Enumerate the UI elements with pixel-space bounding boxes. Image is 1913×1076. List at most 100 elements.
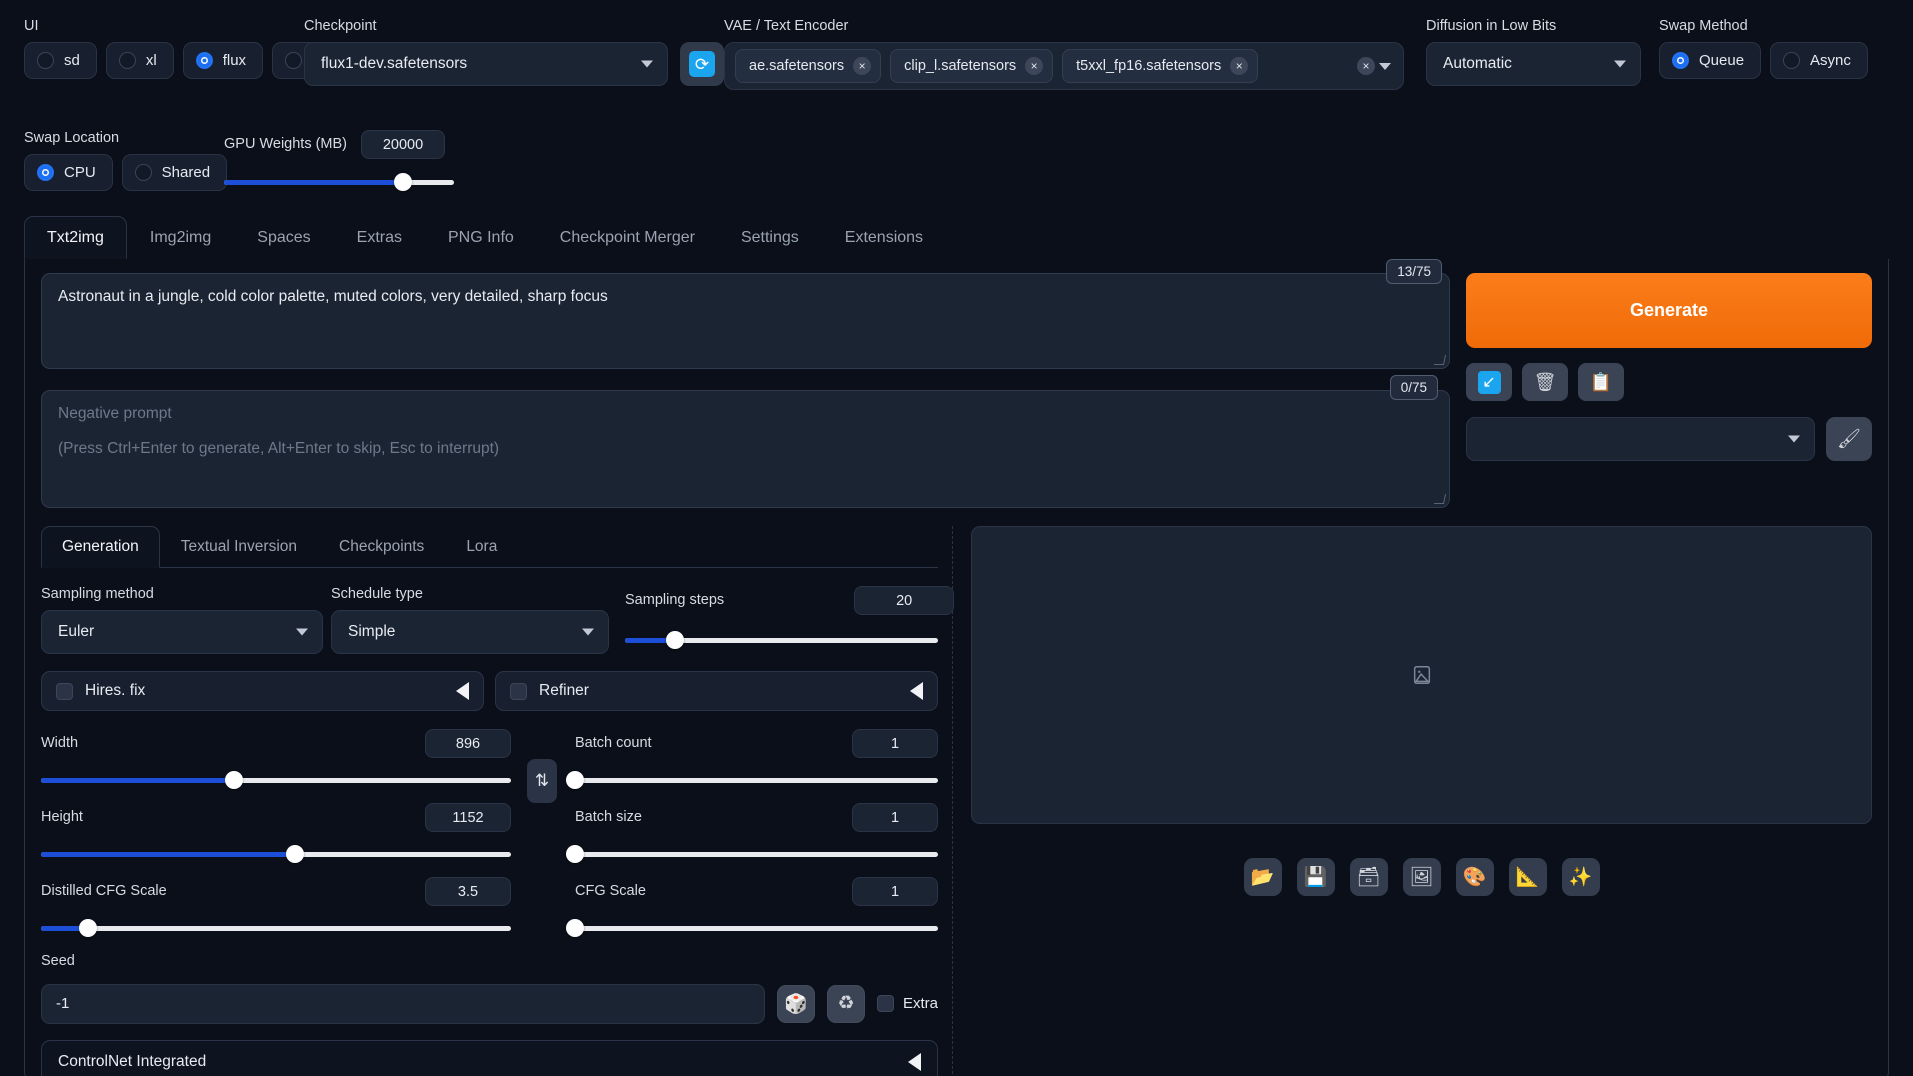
batch-size-slider[interactable] (566, 845, 938, 864)
ui-radio-sd[interactable]: sd (24, 42, 97, 80)
save-button[interactable]: 💾 (1296, 858, 1335, 896)
reuse-seed-button[interactable]: ♻ (826, 984, 865, 1023)
upscale-button[interactable]: ✨ (1561, 858, 1600, 896)
checkpoint-group: Checkpoint flux1-dev.safetensors ⟳ (304, 18, 724, 87)
close-icon[interactable]: × (1230, 57, 1249, 76)
checkpoint-select[interactable]: flux1-dev.safetensors (304, 42, 668, 87)
radio-dot-cpu (37, 164, 54, 182)
distilled-cfg-header: Distilled CFG Scale 3.5 (41, 877, 511, 907)
subtab-lora[interactable]: Lora (445, 526, 518, 568)
prompt-area: 13/75 Astronaut in a jungle, cold color … (41, 259, 1872, 508)
send-to-img2img-button[interactable]: 🖼 (1402, 858, 1441, 896)
slider-knob[interactable] (666, 631, 685, 649)
swap-location-cpu[interactable]: CPU (24, 154, 113, 192)
slider-track (575, 851, 938, 857)
width-slider[interactable] (41, 771, 511, 790)
batch-count-header: Batch count 1 (575, 729, 938, 759)
generate-button[interactable]: Generate (1466, 273, 1872, 348)
slider-knob[interactable] (394, 173, 413, 191)
vae-token-label: clip_l.safetensors (904, 58, 1017, 75)
send-to-inpaint-button[interactable]: 🎨 (1455, 858, 1494, 896)
low-bits-select[interactable]: Automatic (1426, 42, 1641, 87)
controlnet-label: ControlNet Integrated (58, 1052, 207, 1070)
zip-button[interactable]: 🗃 (1349, 858, 1388, 896)
swap-method-async[interactable]: Async (1770, 42, 1868, 80)
height-value[interactable]: 1152 (425, 803, 511, 833)
swap-method-queue[interactable]: Queue (1659, 42, 1762, 80)
ui-radio-xl[interactable]: xl (105, 42, 174, 80)
hires-fix-accordion[interactable]: Hires. fix (41, 671, 484, 712)
clear-prompt-button[interactable]: 🗑 (1522, 363, 1568, 401)
tab-settings[interactable]: Settings (718, 216, 822, 259)
slider-knob[interactable] (566, 771, 584, 790)
subtab-generation[interactable]: Generation (41, 526, 160, 568)
output-gallery[interactable] (971, 526, 1872, 824)
read-generation-params-button[interactable]: ↙ (1466, 363, 1512, 401)
batch-count-slider[interactable] (566, 771, 938, 790)
cfg-scale-label: CFG Scale (575, 883, 646, 900)
vae-token[interactable]: clip_l.safetensors × (890, 49, 1054, 84)
sampling-method-select[interactable]: Euler (41, 610, 323, 655)
batch-size-value[interactable]: 1 (852, 803, 938, 833)
edit-styles-button[interactable]: 🖌 (1826, 417, 1872, 461)
cfg-scale-value[interactable]: 1 (852, 877, 938, 907)
slider-knob[interactable] (566, 919, 584, 938)
tab-txt2img[interactable]: Txt2img (24, 216, 127, 259)
resize-handle[interactable] (1433, 355, 1447, 365)
sampling-method-value: Euler (58, 623, 95, 641)
hires-fix-checkbox[interactable] (56, 682, 73, 700)
cfg-scale-slider[interactable] (566, 919, 938, 938)
clear-all-icon[interactable]: × (1357, 57, 1375, 76)
subtab-checkpoints[interactable]: Checkpoints (318, 526, 445, 568)
gpu-weights-slider[interactable] (224, 173, 454, 191)
swap-location-shared[interactable]: Shared (121, 154, 228, 192)
negative-prompt-input[interactable]: Negative prompt (Press Ctrl+Enter to gen… (41, 390, 1450, 508)
tab-spaces[interactable]: Spaces (234, 216, 333, 259)
sampling-steps-value[interactable]: 20 (854, 586, 955, 615)
positive-prompt-input[interactable]: Astronaut in a jungle, cold color palett… (41, 273, 1450, 369)
gpu-weights-value[interactable]: 20000 (361, 130, 446, 159)
close-icon[interactable]: × (1025, 57, 1044, 76)
slider-knob[interactable] (285, 845, 304, 864)
vae-token[interactable]: t5xxl_fp16.safetensors × (1062, 49, 1259, 84)
slider-knob[interactable] (79, 919, 97, 938)
styles-select[interactable] (1466, 417, 1815, 461)
extra-seed-toggle[interactable]: Extra (876, 995, 938, 1013)
close-icon[interactable]: × (853, 57, 872, 76)
distilled-cfg-slider[interactable] (41, 919, 511, 938)
tab-img2img[interactable]: Img2img (127, 216, 234, 259)
vae-token-field[interactable]: ae.safetensors × clip_l.safetensors × t5… (724, 42, 1404, 91)
controlnet-accordion[interactable]: ControlNet Integrated (41, 1039, 938, 1076)
chevron-down-icon[interactable] (1379, 62, 1391, 70)
random-seed-button[interactable]: 🎲 (776, 984, 815, 1023)
ui-filter-radios: sd xl flux all (24, 42, 345, 80)
resize-handle[interactable] (1433, 494, 1447, 504)
refiner-accordion[interactable]: Refiner (495, 671, 938, 712)
dice-icon: 🎲 (784, 993, 808, 1015)
generate-column: Generate ↙ 🗑 📋 🖌 (1466, 273, 1872, 508)
tab-extensions[interactable]: Extensions (822, 216, 946, 259)
send-to-extras-button[interactable]: 📐 (1508, 858, 1547, 896)
seed-input[interactable]: -1 (41, 983, 765, 1024)
ui-radio-flux[interactable]: flux (182, 42, 264, 80)
extra-checkbox[interactable] (876, 995, 894, 1013)
paste-styles-button[interactable]: 📋 (1578, 363, 1624, 401)
tab-extras[interactable]: Extras (334, 216, 425, 259)
refiner-checkbox[interactable] (510, 682, 527, 700)
batch-count-value[interactable]: 1 (852, 729, 938, 759)
slider-knob[interactable] (224, 771, 243, 790)
vae-token[interactable]: ae.safetensors × (735, 49, 882, 84)
distilled-cfg-value[interactable]: 3.5 (425, 877, 511, 907)
open-folder-button[interactable]: 📂 (1243, 858, 1282, 896)
subtab-textual-inversion[interactable]: Textual Inversion (160, 526, 318, 568)
slider-knob[interactable] (566, 845, 584, 864)
height-slider[interactable] (41, 845, 511, 864)
width-value[interactable]: 896 (425, 729, 511, 759)
refresh-checkpoints-button[interactable]: ⟳ (680, 42, 724, 87)
tab-png-info[interactable]: PNG Info (425, 216, 537, 259)
sampling-steps-slider[interactable] (625, 631, 938, 649)
swap-dimensions-button[interactable]: ⇅ (527, 759, 557, 804)
slider-track (575, 925, 938, 931)
tab-checkpoint-merger[interactable]: Checkpoint Merger (537, 216, 718, 259)
schedule-type-select[interactable]: Simple (331, 610, 609, 655)
